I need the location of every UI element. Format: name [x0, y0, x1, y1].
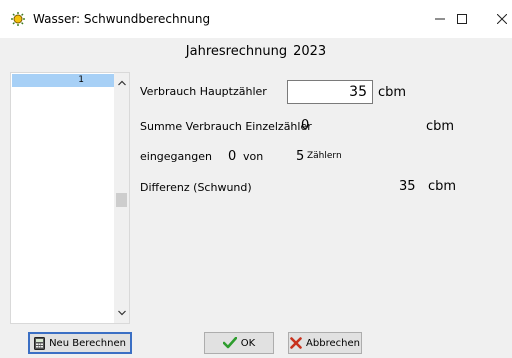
ok-button[interactable]: OK	[204, 332, 274, 354]
checkmark-icon	[222, 337, 237, 349]
close-button[interactable]	[492, 10, 512, 28]
zaehler-label: Zählern	[307, 151, 342, 161]
eingegangen-value: 0	[228, 149, 237, 164]
close-icon	[497, 14, 507, 24]
sun-icon	[11, 12, 25, 26]
summe-value: 0	[301, 118, 310, 133]
heading-year: 2023	[293, 44, 327, 59]
verbrauch-input[interactable]: 35	[287, 80, 373, 104]
list-scrollbar[interactable]	[114, 73, 129, 323]
total-count: 5	[296, 149, 305, 164]
summe-unit: cbm	[426, 119, 455, 134]
heading-label: Jahresrechnung	[185, 44, 288, 59]
calculator-icon	[34, 336, 46, 350]
maximize-button[interactable]	[452, 10, 472, 28]
cancel-x-icon	[290, 337, 302, 349]
ok-label: OK	[240, 337, 256, 349]
summe-label: Summe Verbrauch Einzelzähler	[140, 120, 312, 133]
eingegangen-label: eingegangen	[140, 150, 212, 163]
year-heading: Jahresrechnung 2023	[0, 44, 512, 59]
scroll-up-button[interactable]	[114, 77, 129, 89]
abbrechen-button[interactable]: Abbrechen	[288, 332, 362, 354]
title-bar[interactable]: Wasser: Schwundberechnung	[0, 0, 512, 38]
verbrauch-label: Verbrauch Hauptzähler	[140, 85, 267, 98]
von-label: von	[243, 150, 264, 163]
maximize-icon	[457, 14, 467, 24]
neu-berechnen-label: Neu Berechnen	[49, 337, 126, 349]
year-list[interactable]: 1	[10, 72, 130, 324]
differenz-value: 35	[399, 179, 416, 194]
schwundberechnung-window: Wasser: Schwundberechnung Jahresrechnung…	[0, 0, 512, 358]
minimize-icon	[435, 18, 445, 20]
differenz-label: Differenz (Schwund)	[140, 181, 252, 194]
scroll-down-button[interactable]	[114, 307, 129, 319]
window-title: Wasser: Schwundberechnung	[33, 12, 211, 26]
differenz-unit: cbm	[428, 179, 457, 194]
list-item[interactable]: 1	[12, 74, 115, 87]
minimize-button[interactable]	[430, 10, 450, 28]
verbrauch-unit: cbm	[378, 85, 407, 100]
neu-berechnen-button[interactable]: Neu Berechnen	[28, 332, 132, 354]
chevron-down-icon	[117, 310, 126, 316]
abbrechen-label: Abbrechen	[306, 337, 360, 349]
chevron-up-icon	[117, 80, 126, 86]
scroll-thumb[interactable]	[116, 193, 127, 207]
